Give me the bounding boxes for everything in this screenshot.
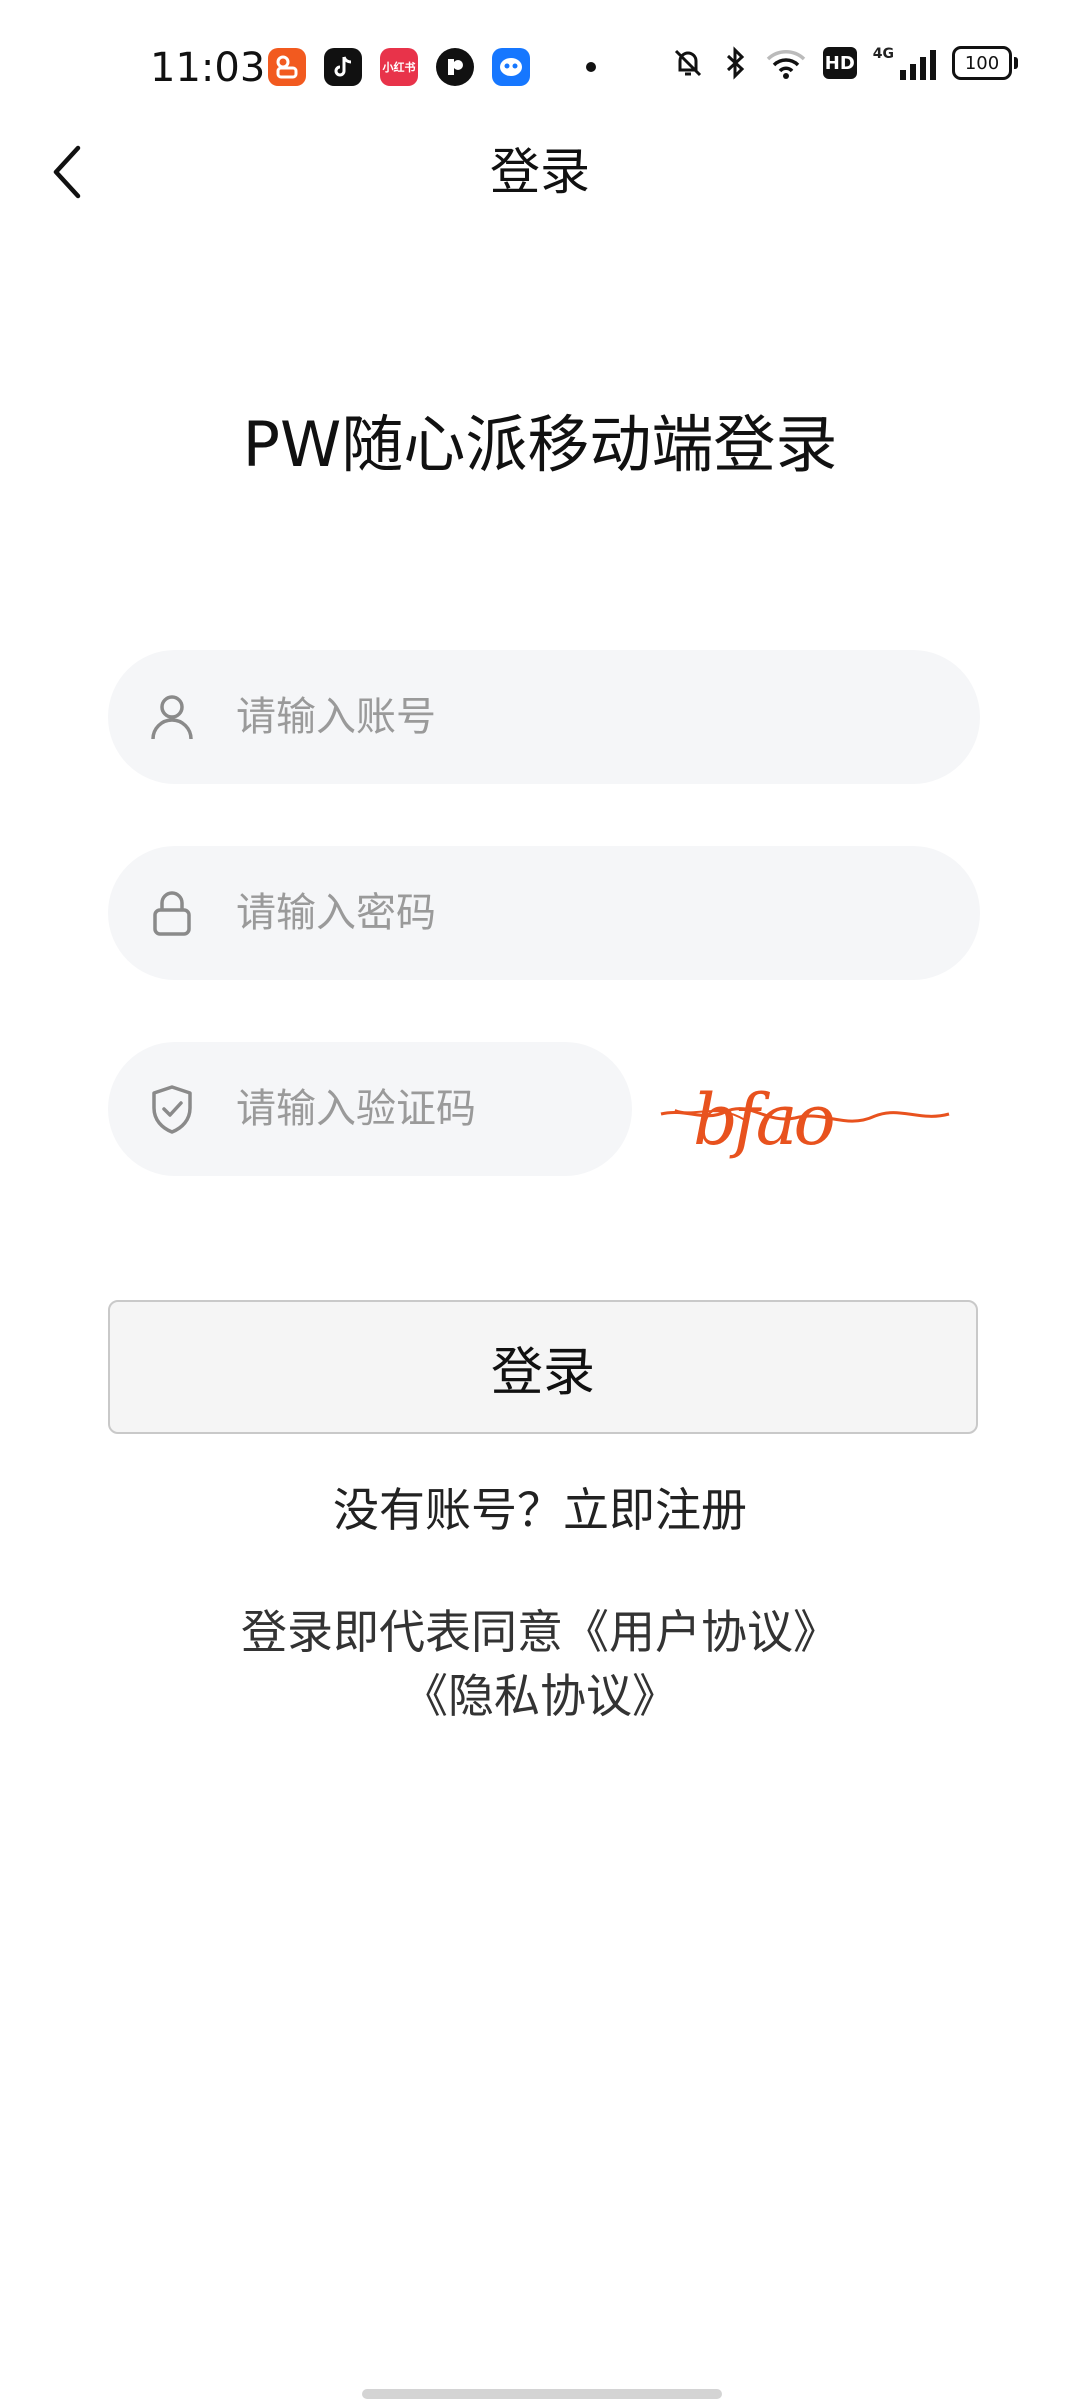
battery-level: 100 [964, 52, 1000, 74]
mute-bell-icon [674, 49, 701, 77]
captcha-input[interactable] [234, 1085, 558, 1133]
tiktok-icon [324, 48, 362, 86]
shield-check-icon [144, 1081, 200, 1137]
account-field[interactable] [108, 650, 980, 784]
hd-badge: HD [822, 47, 857, 79]
captcha-text: bfao [693, 1079, 833, 1161]
password-field[interactable] [108, 846, 980, 980]
signal-4g-icon: 4G [873, 46, 936, 80]
account-input[interactable] [234, 693, 838, 741]
xiaohongshu-icon: 小红书 [380, 48, 418, 86]
login-page: 11:03 小红书 HD 4G 100 登录 PW随心派移动端登录 请输入账号 … [0, 0, 1080, 2400]
agreement-prefix: 登录即代表同意 [241, 1605, 563, 1659]
chevron-left-icon [53, 145, 81, 199]
register-prompt: 没有账号？ [333, 1483, 563, 1537]
user-agreement-link[interactable]: 《用户协议》 [563, 1605, 839, 1659]
login-heading: PW随心派移动端登录 [242, 408, 838, 481]
battery-icon: 100 [952, 46, 1018, 80]
kuaishou-icon [268, 48, 306, 86]
bluetooth-icon [726, 46, 744, 80]
notification-app-icons: 小红书 [268, 48, 596, 86]
lock-icon [144, 885, 200, 941]
register-row: 没有账号？立即注册 [0, 1478, 1080, 1542]
agreement-text: 登录即代表同意《用户协议》《隐私协议》 [120, 1600, 960, 1728]
back-button[interactable] [36, 140, 100, 204]
register-link[interactable]: 立即注册 [563, 1483, 747, 1537]
password-input[interactable] [234, 889, 838, 937]
wifi-icon [766, 50, 805, 79]
robot-app-icon [492, 48, 530, 86]
privacy-agreement-link[interactable]: 《隐私协议》 [402, 1669, 678, 1723]
app-p-icon [436, 48, 474, 86]
more-notifications-dot [586, 62, 596, 72]
page-title: 登录 [490, 143, 590, 201]
status-bar: 11:03 小红书 HD 4G 100 [0, 0, 1080, 135]
captcha-field[interactable] [108, 1042, 632, 1176]
home-indicator[interactable] [362, 2389, 722, 2399]
status-time: 11:03 [150, 45, 266, 91]
login-button[interactable]: 登录 [108, 1300, 978, 1434]
user-icon [144, 689, 200, 745]
captcha-image[interactable]: bfao [655, 1052, 955, 1162]
status-indicators: HD 4G 100 [671, 46, 1018, 80]
